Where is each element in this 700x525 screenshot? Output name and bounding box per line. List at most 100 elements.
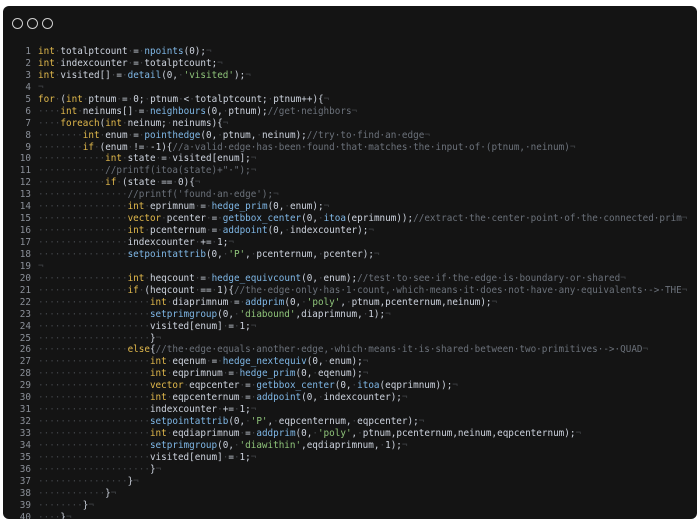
code-line: 19 ¬ bbox=[3, 261, 697, 273]
line-number: 32 bbox=[19, 416, 31, 428]
line-number: 34 bbox=[19, 439, 31, 451]
code-line: 7 ····foreach(int·neinum;·neinums){¬ bbox=[3, 118, 697, 130]
code-text: ····················}¬ bbox=[38, 463, 162, 475]
code-line: 31 ····················indexcounter·+=·1;… bbox=[3, 404, 697, 416]
code-text: ········int·enum·=·pointhedge(0,·ptnum,·… bbox=[38, 129, 430, 141]
code-line: 40 ····}¬ bbox=[3, 512, 697, 519]
code-text: ····················int·diaprimnum·=·add… bbox=[38, 296, 498, 308]
code-line: 10 ············int·state·=·visited[enum];… bbox=[3, 153, 697, 165]
code-line: 5 for·(int·ptnum·=·0;·ptnum·<·totalptcoun… bbox=[3, 94, 697, 106]
code-line: 21 ················if·(heqcount·==·1){//t… bbox=[3, 285, 697, 297]
code-text: ····················visited[enum]·=·1;¬ bbox=[38, 320, 257, 332]
line-number: 15 bbox=[19, 213, 31, 225]
minimize-dot-icon[interactable] bbox=[27, 18, 38, 29]
line-number: 7 bbox=[25, 117, 31, 129]
code-text: ····················indexcounter·+=·1;¬ bbox=[38, 404, 257, 416]
code-text: ····················setprimgroup(0,·'dia… bbox=[38, 439, 408, 451]
line-number: 37 bbox=[19, 475, 31, 487]
code-editor[interactable]: 1 int·totalptcount·=·npoints(0);¬ 2 int·ind… bbox=[3, 46, 697, 519]
code-text: ················indexcounter·+=·1;¬ bbox=[38, 237, 234, 248]
code-text: int·totalptcount·=·npoints(0);¬ bbox=[38, 46, 212, 57]
code-text: ················int·pcenternum·=·addpoin… bbox=[38, 225, 374, 237]
code-line: 14 ················int·eprimnum·=·hedge_p… bbox=[3, 201, 697, 213]
code-line: 25 ····················}¬ bbox=[3, 333, 697, 345]
code-line: 22 ····················int·diaprimnum·=·a… bbox=[3, 297, 697, 309]
code-line: 3 int·visited[]·=·detail(0,·'visited');¬ bbox=[3, 70, 697, 82]
line-number: 38 bbox=[19, 487, 31, 499]
code-window: 1 int·totalptcount·=·npoints(0);¬ 2 int·ind… bbox=[3, 6, 697, 519]
line-number: 11 bbox=[19, 165, 31, 177]
code-text: ····················int·eqpcenternum·=·a… bbox=[38, 392, 408, 404]
code-text: ····················int·eqprimnum·=·hedg… bbox=[38, 368, 369, 380]
code-line: 8 ········int·enum·=·pointhedge(0,·ptnum,… bbox=[3, 130, 697, 142]
code-line: 27 ····················int·eqenum·=·hedge… bbox=[3, 356, 697, 368]
code-line: 30 ····················int·eqpcenternum·=… bbox=[3, 392, 697, 404]
code-text: ¬ bbox=[38, 260, 44, 272]
code-line: 35 ····················visited[enum]·=·1;… bbox=[3, 452, 697, 464]
line-number: 24 bbox=[19, 320, 31, 332]
line-number: 2 bbox=[25, 57, 31, 69]
code-line: 20 ················int·heqcount·=·hedge_e… bbox=[3, 273, 697, 285]
line-number: 13 bbox=[19, 189, 31, 201]
code-line: 28 ····················int·eqprimnum·=·he… bbox=[3, 368, 697, 380]
line-number: 26 bbox=[19, 344, 31, 356]
line-number: 23 bbox=[19, 308, 31, 320]
code-line: 2 int·indexcounter·=·totalptcount;¬ bbox=[3, 58, 697, 70]
line-number: 18 bbox=[19, 248, 31, 260]
code-text: ····················visited[enum]·=·1;¬ bbox=[38, 451, 257, 463]
code-text: ················if·(heqcount·==·1){//the… bbox=[38, 284, 688, 296]
code-line: 37 ················}¬ bbox=[3, 476, 697, 488]
code-text: ····int·neinums[]·=·neighbours(0,·ptnum)… bbox=[38, 105, 358, 117]
line-number: 16 bbox=[19, 225, 31, 237]
line-number: 22 bbox=[19, 296, 31, 308]
line-number: 30 bbox=[19, 392, 31, 404]
code-line: 29 ····················vector·eqpcenter·=… bbox=[3, 380, 697, 392]
line-number: 21 bbox=[19, 284, 31, 296]
line-number: 25 bbox=[19, 332, 31, 344]
line-number: 8 bbox=[25, 129, 31, 141]
code-line: 4 ¬ bbox=[3, 82, 697, 94]
code-line: 23 ····················setprimgroup(0,·'d… bbox=[3, 309, 697, 321]
code-line: 33 ····················int·eqdiaprimnum·=… bbox=[3, 428, 697, 440]
line-number: 14 bbox=[19, 201, 31, 213]
code-line: 12 ············if·(state·==·0){¬ bbox=[3, 177, 697, 189]
line-number: 17 bbox=[19, 237, 31, 248]
code-text: ····················vector·eqpcenter·=·g… bbox=[38, 380, 458, 392]
code-text: ············if·(state·==·0){¬ bbox=[38, 177, 201, 189]
code-line: 24 ····················visited[enum]·=·1;… bbox=[3, 321, 697, 333]
line-number: 27 bbox=[19, 356, 31, 368]
code-text: ····················setprimgroup(0,·'dia… bbox=[38, 308, 391, 320]
code-line: 13 ················//printf('found·an·edg… bbox=[3, 189, 697, 201]
code-text: ····················setpointattrib(0,·'P… bbox=[38, 416, 425, 428]
code-line: 6 ····int·neinums[]·=·neighbours(0,·ptnum… bbox=[3, 106, 697, 118]
line-number: 6 bbox=[25, 105, 31, 117]
code-text: ····foreach(int·neinum;·neinums){¬ bbox=[38, 117, 229, 129]
code-text: ····················int·eqdiaprimnum·=·a… bbox=[38, 428, 582, 439]
code-text: ················else{//the·edge·equals·a… bbox=[38, 344, 649, 356]
code-text: ················setpointattrib(0,·'P',·p… bbox=[38, 248, 380, 260]
line-number: 35 bbox=[19, 451, 31, 463]
code-text: ················vector·pcenter·=·getbbox… bbox=[38, 213, 688, 225]
line-number: 10 bbox=[19, 153, 31, 165]
code-line: 26 ················else{//the·edge·equals… bbox=[3, 344, 697, 356]
code-text: ········if·(enum·!=·-1){//a·valid·edge·h… bbox=[38, 141, 576, 153]
line-number: 39 bbox=[19, 499, 31, 511]
line-number: 4 bbox=[25, 81, 31, 93]
code-line: 16 ················int·pcenternum·=·addpo… bbox=[3, 225, 697, 237]
code-text: int·indexcounter·=·totalptcount;¬ bbox=[38, 57, 223, 69]
code-line: 36 ····················}¬ bbox=[3, 464, 697, 476]
code-text: ¬ bbox=[38, 81, 44, 93]
maximize-dot-icon[interactable] bbox=[42, 18, 53, 29]
code-text: ················//printf('found·an·edge'… bbox=[38, 189, 279, 201]
code-line: 17 ················indexcounter·+=·1;¬ bbox=[3, 237, 697, 249]
line-number: 31 bbox=[19, 404, 31, 416]
code-line: 15 ················vector·pcenter·=·getbb… bbox=[3, 213, 697, 225]
code-text: ····················int·eqenum·=·hedge_n… bbox=[38, 356, 369, 368]
code-line: 38 ············}¬ bbox=[3, 488, 697, 500]
code-text: ············int·state·=·visited[enum];¬ bbox=[38, 153, 257, 165]
line-number: 36 bbox=[19, 463, 31, 475]
code-text: ················int·heqcount·=·hedge_equ… bbox=[38, 272, 626, 284]
close-dot-icon[interactable] bbox=[12, 18, 23, 29]
code-text: int·visited[]·=·detail(0,·'visited');¬ bbox=[38, 69, 251, 81]
code-text: ················int·eprimnum·=·hedge_pri… bbox=[38, 201, 330, 213]
